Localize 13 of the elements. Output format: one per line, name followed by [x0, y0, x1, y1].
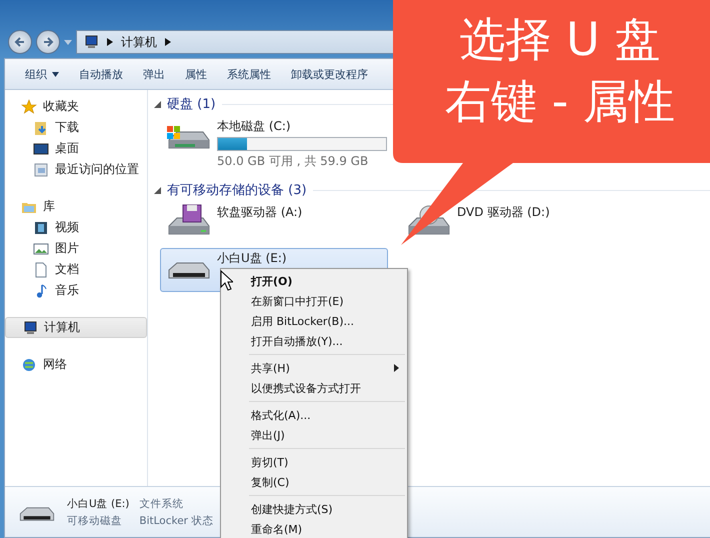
detail-label: BitLocker 状态 [139, 514, 214, 528]
detail-label: 文件系统 [139, 496, 184, 510]
callout-text: 选择 U 盘 [460, 11, 660, 68]
drive-name: DVD 驱动器 (D:) [457, 204, 551, 221]
drive-name: 小白U盘 (E:) [217, 250, 288, 267]
drive-name: 软盘驱动器 (A:) [217, 204, 304, 221]
detail-type: 可移动磁盘 [67, 514, 123, 528]
section-header: 有可移动存储的设备 (3) [167, 182, 307, 199]
callout-text: 右键 - 属性 [445, 73, 675, 130]
section-header: 硬盘 (1) [167, 96, 216, 113]
drive-space-text: 50.0 GB 可用 , 共 59.9 GB [217, 153, 370, 170]
drive-name: 本地磁盘 (C:) [217, 118, 292, 135]
detail-name: 小白U盘 (E:) [67, 496, 130, 510]
